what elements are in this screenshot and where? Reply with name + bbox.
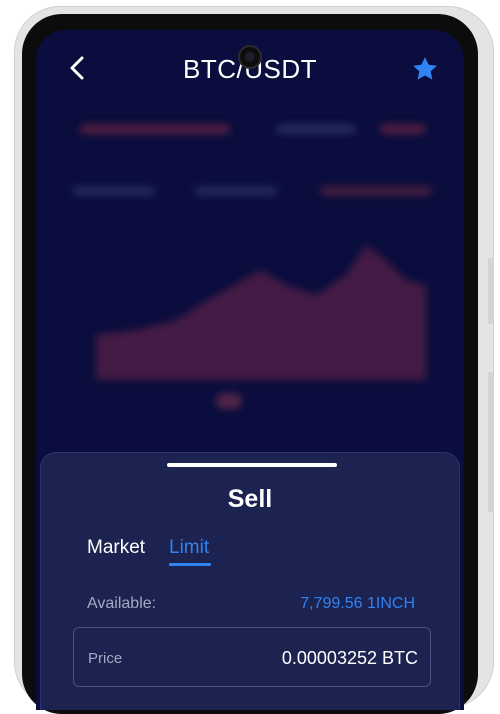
active-tab-indicator [169,563,211,566]
blurred-market-background [36,110,464,450]
star-icon[interactable] [410,54,440,84]
tab-limit[interactable]: Limit [169,537,209,559]
sheet-drag-handle[interactable] [167,463,337,467]
price-label: Price [88,650,123,667]
power-button [488,372,494,512]
volume-button [488,258,494,324]
available-label: Available: [87,595,157,612]
available-value: 7,799.56 1INCH [300,595,415,612]
front-camera [238,45,262,69]
app-screen: BTC/USDT Sell Market Limit Available: 7,… [36,30,464,710]
sell-sheet: Sell Market Limit Available: 7,799.56 1I… [40,452,460,710]
tab-market[interactable]: Market [87,537,145,559]
price-value: 0.00003252 BTC [281,648,418,668]
header: BTC/USDT [36,30,464,110]
price-field[interactable]: Price 0.00003252 BTC [73,627,431,687]
sheet-title: Sell [227,485,273,513]
blurred-chart [96,245,426,409]
